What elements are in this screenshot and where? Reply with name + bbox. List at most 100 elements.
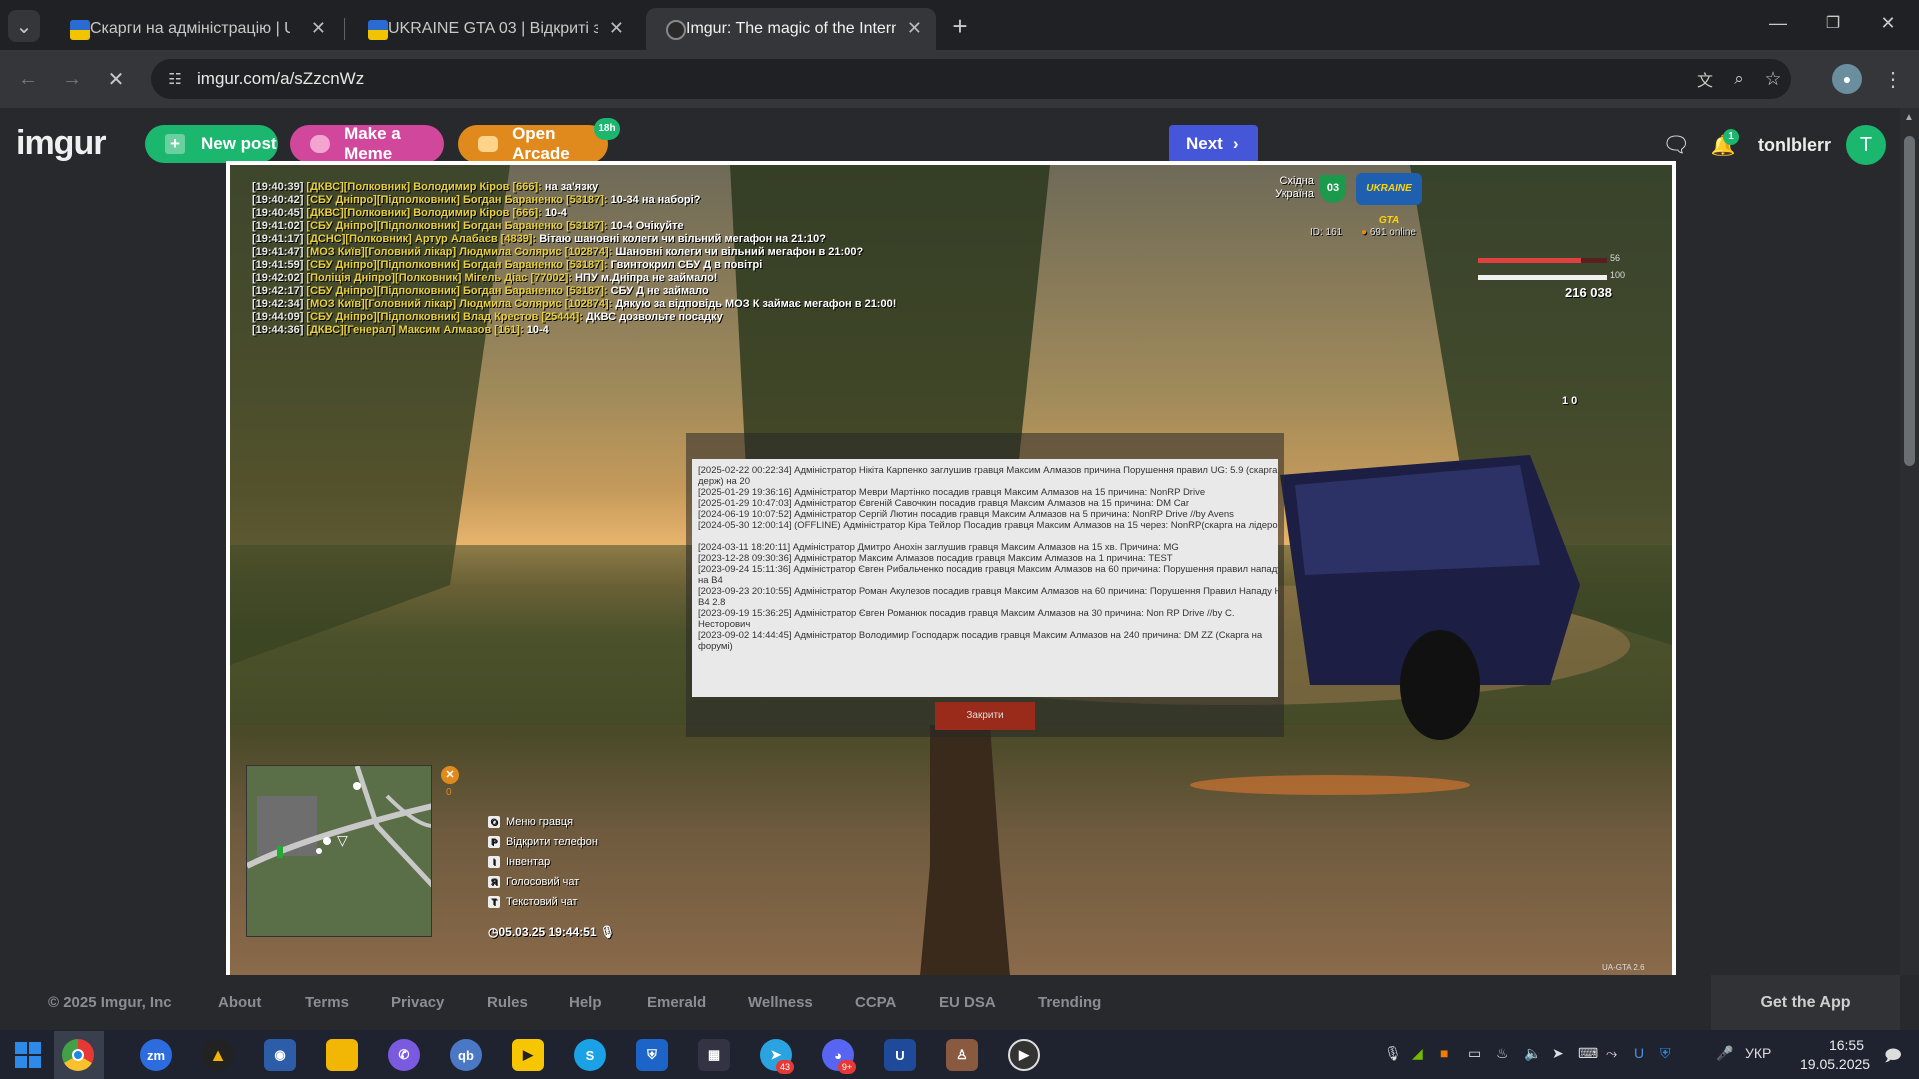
media-player-icon[interactable]: ▶ xyxy=(1008,1039,1040,1071)
ban-history-dialog: [2025-02-22 00:22:34] Адміністратор Нікі… xyxy=(692,459,1278,697)
minimap: ▽ xyxy=(246,765,432,937)
taskbar-clock[interactable]: 16:55 19.05.2025 xyxy=(1800,1036,1870,1074)
new-tab-icon[interactable]: + xyxy=(944,11,976,41)
chat-line: [19:42:34] [МОЗ Київ][Головний лікар] Лю… xyxy=(252,298,897,310)
ban-entry: [2023-09-24 15:11:36] Адміністратор Євге… xyxy=(698,564,1278,575)
tab-title: Скарги на адміністрацію | UKRAINE xyxy=(90,20,290,37)
tab-applications[interactable]: UKRAINE GTA 03 | Відкриті заявки ✕ xyxy=(348,8,638,50)
steam-tray-icon[interactable]: ♨ xyxy=(1496,1045,1509,1062)
player-icon[interactable]: ▶ xyxy=(512,1039,544,1071)
zoom-icon[interactable]: ⌕ xyxy=(1725,65,1753,93)
chat-line: [19:42:02] [Поліція Дніпро][Полковник] М… xyxy=(252,272,718,284)
footer-link-about[interactable]: About xyxy=(218,994,261,1011)
make-meme-label: Make a Meme xyxy=(344,124,401,163)
tab-search-icon[interactable]: ⌄ xyxy=(8,10,40,42)
chat-line: [19:41:59] [СБУ Дніпро][Підполковник] Бо… xyxy=(252,259,763,271)
chrome-icon[interactable] xyxy=(62,1039,94,1071)
windows-start-icon[interactable] xyxy=(12,1039,44,1071)
chat-line: [19:40:39] [ДКВС][Полковник] Володимир К… xyxy=(252,181,599,193)
game-datetime: ◷05.03.25 19:44:51 🎙 xyxy=(488,925,616,939)
nvidia-tray-icon[interactable]: ◢ xyxy=(1412,1045,1423,1062)
open-arcade-button[interactable]: Open Arcade xyxy=(458,124,608,163)
user-avatar[interactable]: T xyxy=(1846,125,1886,165)
dialog-close-button[interactable]: Закрити xyxy=(935,702,1035,730)
footer-link-ccpa[interactable]: CCPA xyxy=(855,994,896,1011)
footer-link-emerald[interactable]: Emerald xyxy=(647,994,706,1011)
close-tab-icon[interactable]: ✕ xyxy=(907,18,922,39)
warning-app-icon[interactable]: ▲ xyxy=(202,1039,234,1071)
file-explorer-icon[interactable] xyxy=(326,1039,358,1071)
imgur-logo[interactable]: imgur xyxy=(16,124,106,163)
site-info-icon[interactable]: ☷ xyxy=(161,65,189,93)
folder-tray-icon[interactable]: ▭ xyxy=(1468,1045,1481,1062)
forward-icon[interactable]: → xyxy=(56,64,88,94)
chat-line: [19:42:17] [СБУ Дніпро][Підполковник] Бо… xyxy=(252,285,709,297)
camera-app-icon[interactable]: ◉ xyxy=(264,1039,296,1071)
game-launcher-icon[interactable]: ▦ xyxy=(698,1039,730,1071)
ban-entry: [2024-05-30 12:00:14] (OFFLINE) Адмініст… xyxy=(698,520,1278,531)
back-icon[interactable]: ← xyxy=(12,64,44,94)
footer-link-terms[interactable]: Terms xyxy=(305,994,349,1011)
post-image[interactable]: [19:40:39] [ДКВС][Полковник] Володимир К… xyxy=(230,165,1672,976)
make-meme-button[interactable]: Make a Meme xyxy=(290,124,444,163)
messages-icon[interactable]: 🗨 xyxy=(1660,130,1692,160)
ban-entry: [2025-01-29 10:47:03] Адміністратор Євге… xyxy=(698,498,1189,509)
footer-link-privacy[interactable]: Privacy xyxy=(391,994,444,1011)
shield-tray-icon[interactable]: ⛨ xyxy=(1660,1045,1671,1062)
input-tray-icon[interactable]: ⌨ xyxy=(1578,1045,1598,1062)
health-bar xyxy=(1478,258,1607,263)
browser-menu-icon[interactable]: ⋮ xyxy=(1878,64,1908,94)
page-scrollbar[interactable]: ▲ ▼ xyxy=(1900,108,1919,1030)
ukraine-app-icon[interactable]: U xyxy=(884,1039,916,1071)
region-label: Східна Україна xyxy=(1275,175,1314,200)
zoom-app-icon[interactable]: zm xyxy=(140,1039,172,1071)
ukraine-tray-icon[interactable]: U xyxy=(1634,1045,1644,1061)
tab-complaints[interactable]: Скарги на адміністрацію | UKRAINE ✕ xyxy=(50,8,340,50)
defender-icon[interactable]: ⛨ xyxy=(636,1039,668,1071)
translate-icon[interactable]: 文 xyxy=(1691,65,1719,93)
mic-input-icon[interactable]: 🎤 xyxy=(1716,1045,1733,1062)
chat-line: [19:41:02] [СБУ Дніпро][Підполковник] Бо… xyxy=(252,220,684,232)
stop-loading-icon[interactable]: ✕ xyxy=(100,64,132,94)
zone-value: 0 xyxy=(446,787,452,798)
tab-imgur[interactable]: Imgur: The magic of the Internet ✕ xyxy=(646,8,936,50)
volume-tray-icon[interactable]: 🔈 xyxy=(1524,1045,1541,1062)
gta-icon[interactable]: ♙ xyxy=(946,1039,978,1071)
language-indicator[interactable]: УКР xyxy=(1745,1045,1771,1061)
minimize-icon[interactable]: — xyxy=(1760,8,1796,38)
online-count: ● 691 online xyxy=(1361,227,1416,238)
username[interactable]: tonlblerr xyxy=(1758,135,1831,156)
address-bar[interactable]: ☷ imgur.com/a/sZzcnWz 文 ⌕ ☆ xyxy=(151,59,1791,99)
app-tray-icon[interactable]: ■ xyxy=(1440,1045,1448,1061)
telegram-tray-icon[interactable]: ➤ xyxy=(1552,1045,1564,1062)
close-tab-icon[interactable]: ✕ xyxy=(311,18,326,39)
ban-entry: [2023-09-02 14:44:45] Адміністратор Воло… xyxy=(698,630,1263,641)
notification-center-icon[interactable]: 🗩 xyxy=(1884,1045,1902,1072)
footer-link-help[interactable]: Help xyxy=(569,994,602,1011)
scrollbar-thumb[interactable] xyxy=(1904,136,1915,466)
mic-tray-icon[interactable]: 🎙 xyxy=(1384,1045,1402,1062)
bookmark-star-icon[interactable]: ☆ xyxy=(1759,65,1787,93)
footer-link-rules[interactable]: Rules xyxy=(487,994,528,1011)
qbittorrent-icon[interactable]: qb xyxy=(450,1039,482,1071)
discord-badge: 9+ xyxy=(838,1060,856,1074)
skype-icon[interactable]: S xyxy=(574,1039,606,1071)
footer-link-trending[interactable]: Trending xyxy=(1038,994,1101,1011)
next-button[interactable]: Next › xyxy=(1169,125,1258,163)
region-badge: 03 xyxy=(1320,175,1346,203)
get-app-button[interactable]: Get the App xyxy=(1711,975,1900,1030)
viber-icon[interactable]: ✆ xyxy=(388,1039,420,1071)
close-window-icon[interactable]: ✕ xyxy=(1870,8,1906,38)
next-label: Next xyxy=(1186,134,1223,153)
ban-entry: [2023-09-19 15:36:25] Адміністратор Євге… xyxy=(698,608,1235,619)
scroll-up-icon[interactable]: ▲ xyxy=(1904,112,1914,123)
restore-icon[interactable]: ❐ xyxy=(1815,8,1851,38)
new-post-button[interactable]: + New post xyxy=(145,125,278,163)
footer-link-eu-dsa[interactable]: EU DSA xyxy=(939,994,996,1011)
profile-avatar-icon[interactable]: ● xyxy=(1832,64,1862,94)
footer-link-wellness[interactable]: Wellness xyxy=(748,994,813,1011)
ban-entry: [2024-06-19 10:07:52] Адміністратор Серг… xyxy=(698,509,1234,520)
close-tab-icon[interactable]: ✕ xyxy=(609,18,624,39)
network-tray-icon[interactable]: ⤳ xyxy=(1606,1045,1617,1062)
url-text[interactable]: imgur.com/a/sZzcnWz xyxy=(197,69,364,89)
